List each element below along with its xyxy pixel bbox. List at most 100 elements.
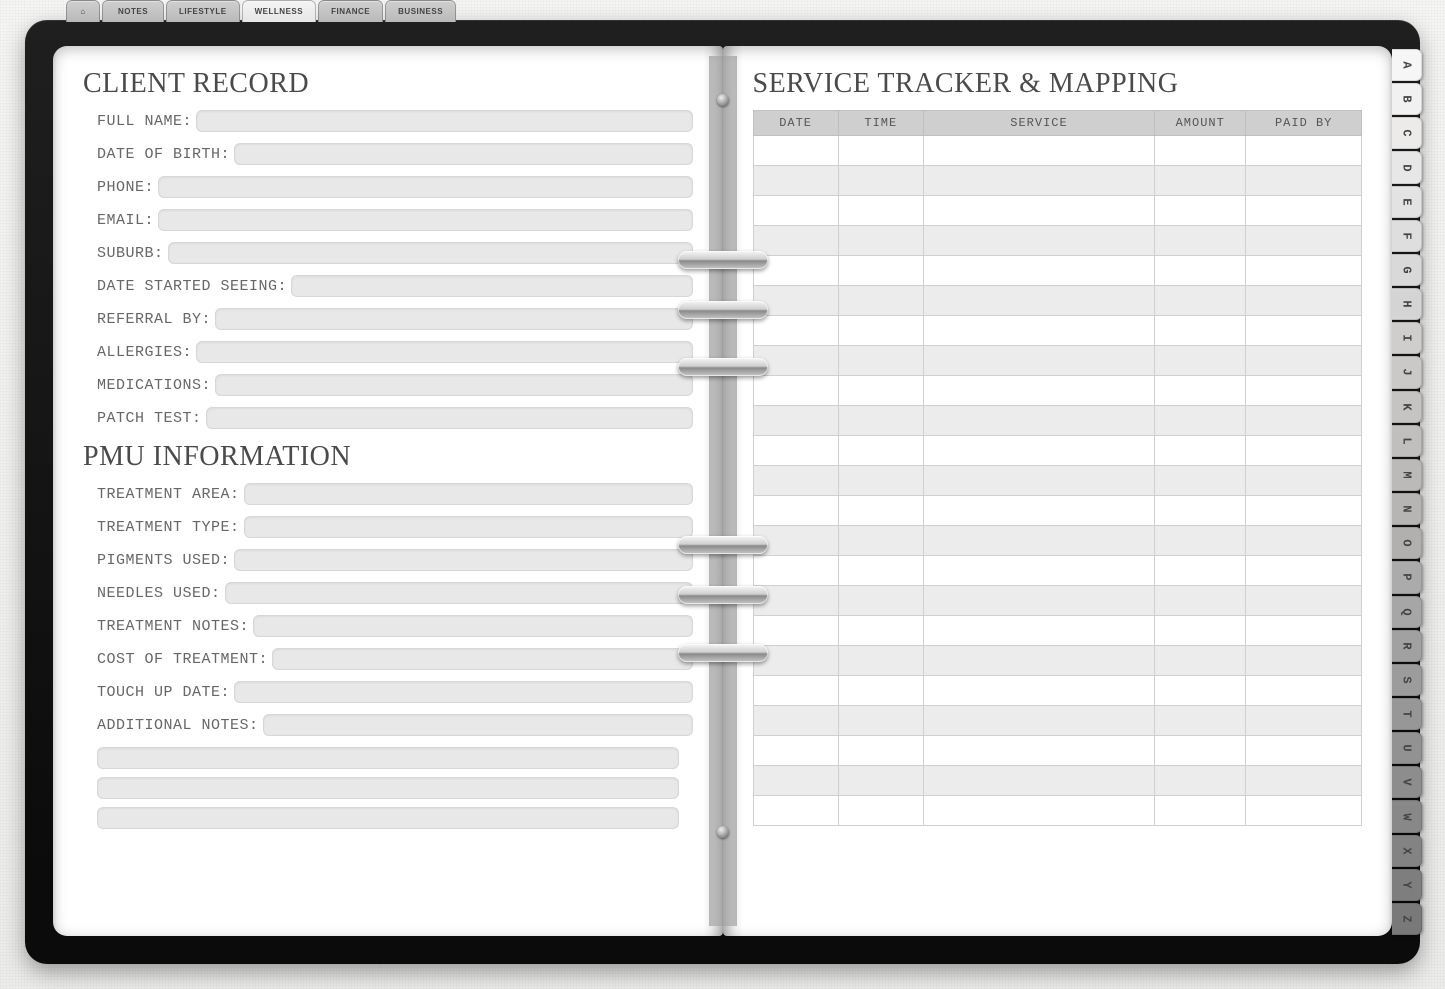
cell-amount[interactable]	[1155, 556, 1246, 586]
cell-paid-by[interactable]	[1246, 166, 1362, 196]
input-additional-notes-extra[interactable]	[97, 777, 679, 799]
cell-amount[interactable]	[1155, 166, 1246, 196]
alpha-tab-a[interactable]: A	[1392, 49, 1422, 81]
cell-paid-by[interactable]	[1246, 556, 1362, 586]
cell-date[interactable]	[753, 226, 838, 256]
cell-amount[interactable]	[1155, 796, 1246, 826]
alpha-tab-r[interactable]: R	[1392, 630, 1422, 662]
alpha-tab-y[interactable]: Y	[1392, 869, 1422, 901]
cell-amount[interactable]	[1155, 346, 1246, 376]
cell-paid-by[interactable]	[1246, 316, 1362, 346]
alpha-tab-o[interactable]: O	[1392, 527, 1422, 559]
cell-service[interactable]	[923, 526, 1154, 556]
cell-date[interactable]	[753, 706, 838, 736]
cell-paid-by[interactable]	[1246, 286, 1362, 316]
input-treatment-notes[interactable]	[253, 615, 692, 637]
cell-service[interactable]	[923, 286, 1154, 316]
alpha-tab-k[interactable]: K	[1392, 391, 1422, 423]
cell-paid-by[interactable]	[1246, 586, 1362, 616]
cell-amount[interactable]	[1155, 586, 1246, 616]
cell-time[interactable]	[838, 796, 923, 826]
cell-date[interactable]	[753, 166, 838, 196]
cell-amount[interactable]	[1155, 466, 1246, 496]
cell-amount[interactable]	[1155, 226, 1246, 256]
cell-time[interactable]	[838, 226, 923, 256]
cell-service[interactable]	[923, 646, 1154, 676]
cell-date[interactable]	[753, 256, 838, 286]
cell-time[interactable]	[838, 646, 923, 676]
cell-amount[interactable]	[1155, 616, 1246, 646]
input-needles-used[interactable]	[225, 582, 693, 604]
cell-amount[interactable]	[1155, 376, 1246, 406]
alpha-tab-j[interactable]: J	[1392, 356, 1422, 388]
cell-time[interactable]	[838, 256, 923, 286]
cell-time[interactable]	[838, 376, 923, 406]
cell-amount[interactable]	[1155, 286, 1246, 316]
cell-amount[interactable]	[1155, 136, 1246, 166]
cell-service[interactable]	[923, 136, 1154, 166]
input-additional-notes-extra[interactable]	[97, 747, 679, 769]
cell-paid-by[interactable]	[1246, 226, 1362, 256]
cell-service[interactable]	[923, 256, 1154, 286]
cell-paid-by[interactable]	[1246, 796, 1362, 826]
alpha-tab-q[interactable]: Q	[1392, 596, 1422, 628]
cell-paid-by[interactable]	[1246, 616, 1362, 646]
alpha-tab-e[interactable]: E	[1392, 186, 1422, 218]
input-referral[interactable]	[215, 308, 692, 330]
cell-amount[interactable]	[1155, 526, 1246, 556]
alpha-tab-m[interactable]: M	[1392, 459, 1422, 491]
alpha-tab-f[interactable]: F	[1392, 220, 1422, 252]
input-suburb[interactable]	[168, 242, 693, 264]
cell-paid-by[interactable]	[1246, 466, 1362, 496]
cell-date[interactable]	[753, 406, 838, 436]
cell-date[interactable]	[753, 466, 838, 496]
cell-time[interactable]	[838, 166, 923, 196]
cell-service[interactable]	[923, 436, 1154, 466]
cell-amount[interactable]	[1155, 766, 1246, 796]
cell-service[interactable]	[923, 226, 1154, 256]
input-patch-test[interactable]	[206, 407, 693, 429]
input-full-name[interactable]	[196, 110, 692, 132]
cell-date[interactable]	[753, 646, 838, 676]
cell-service[interactable]	[923, 406, 1154, 436]
cell-time[interactable]	[838, 766, 923, 796]
input-allergies[interactable]	[196, 341, 692, 363]
tab-wellness[interactable]: WELLNESS	[242, 0, 316, 22]
cell-date[interactable]	[753, 136, 838, 166]
cell-date[interactable]	[753, 316, 838, 346]
input-dob[interactable]	[234, 143, 692, 165]
cell-amount[interactable]	[1155, 736, 1246, 766]
cell-paid-by[interactable]	[1246, 196, 1362, 226]
alpha-tab-l[interactable]: L	[1392, 425, 1422, 457]
cell-paid-by[interactable]	[1246, 346, 1362, 376]
cell-time[interactable]	[838, 346, 923, 376]
alpha-tab-u[interactable]: U	[1392, 732, 1422, 764]
cell-date[interactable]	[753, 736, 838, 766]
cell-amount[interactable]	[1155, 436, 1246, 466]
alpha-tab-w[interactable]: W	[1392, 800, 1422, 832]
input-medications[interactable]	[215, 374, 692, 396]
alpha-tab-h[interactable]: H	[1392, 288, 1422, 320]
cell-amount[interactable]	[1155, 706, 1246, 736]
cell-time[interactable]	[838, 196, 923, 226]
cell-time[interactable]	[838, 586, 923, 616]
input-email[interactable]	[158, 209, 692, 231]
cell-amount[interactable]	[1155, 316, 1246, 346]
cell-amount[interactable]	[1155, 256, 1246, 286]
alpha-tab-b[interactable]: B	[1392, 83, 1422, 115]
cell-service[interactable]	[923, 556, 1154, 586]
tab-finance[interactable]: FINANCE	[318, 0, 383, 22]
cell-time[interactable]	[838, 616, 923, 646]
cell-amount[interactable]	[1155, 646, 1246, 676]
cell-paid-by[interactable]	[1246, 496, 1362, 526]
cell-paid-by[interactable]	[1246, 436, 1362, 466]
tab-lifestyle[interactable]: LIFESTYLE	[166, 0, 240, 22]
cell-paid-by[interactable]	[1246, 706, 1362, 736]
cell-time[interactable]	[838, 466, 923, 496]
alpha-tab-n[interactable]: N	[1392, 493, 1422, 525]
input-touch-up[interactable]	[234, 681, 692, 703]
alpha-tab-x[interactable]: X	[1392, 835, 1422, 867]
cell-service[interactable]	[923, 346, 1154, 376]
cell-time[interactable]	[838, 526, 923, 556]
input-treatment-area[interactable]	[244, 483, 693, 505]
